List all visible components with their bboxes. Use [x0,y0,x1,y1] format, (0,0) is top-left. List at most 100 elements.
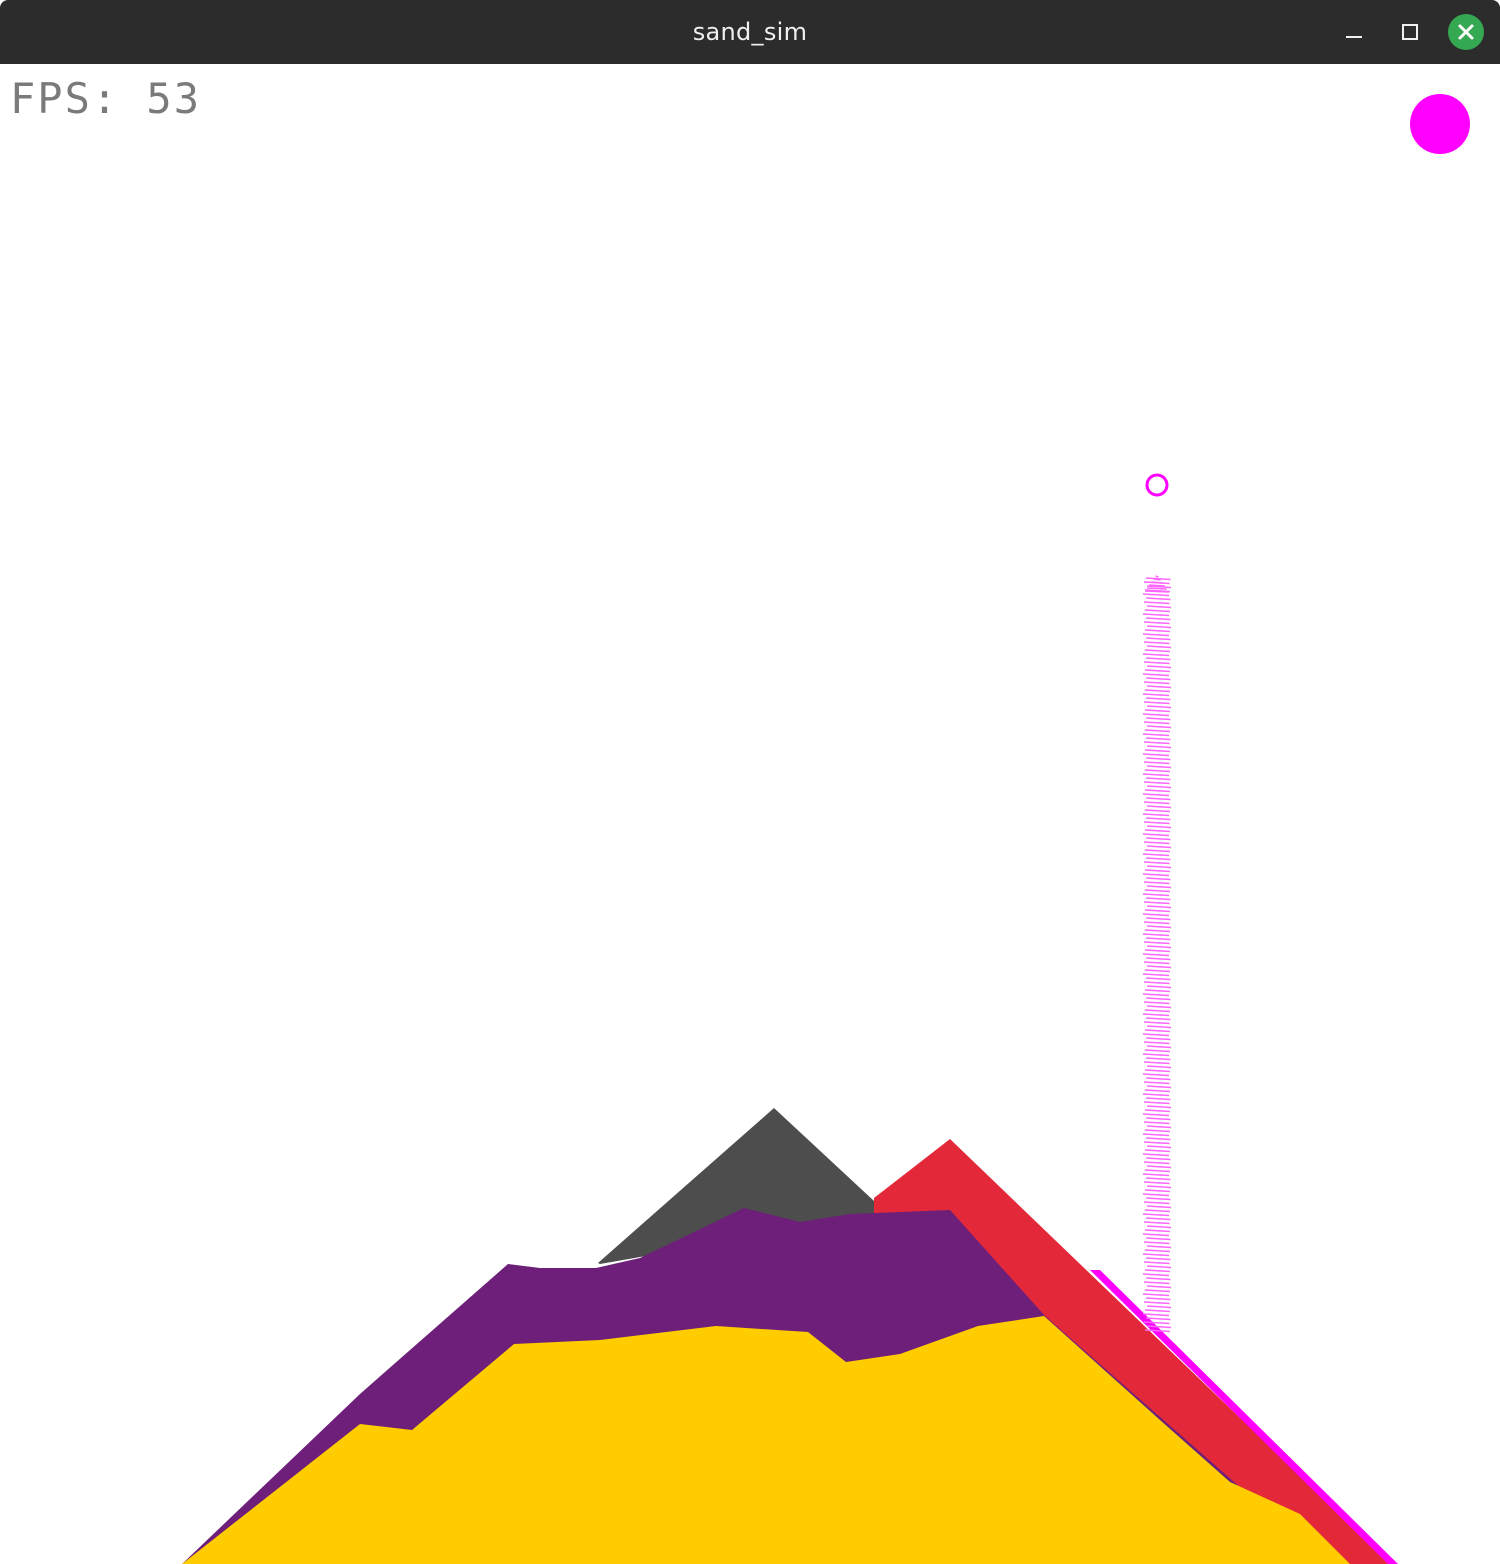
stream-particle [1144,1009,1171,1013]
stream-particle [1145,817,1171,821]
stream-particle [1142,913,1170,917]
stream-particle [1146,1105,1172,1109]
stream-particle [1144,1209,1171,1213]
stream-particle [1146,705,1172,709]
stream-particle [1145,1257,1171,1261]
stream-particle [1145,797,1171,801]
stream-particle [1142,1133,1170,1137]
stream-particle [1146,785,1172,789]
sand-scene[interactable] [0,64,1500,1564]
fps-counter: FPS: 53 [10,74,202,123]
stream-particle [1142,1313,1170,1317]
stream-particle [1144,1109,1171,1113]
stream-particle [1145,1157,1171,1161]
stream-particle [1144,789,1171,793]
stream-particle [1145,1057,1171,1061]
stream-particle [1145,677,1171,681]
stream-particle [1144,1249,1171,1253]
stream-particle [1144,849,1171,853]
stream-particle [1144,1149,1171,1153]
stream-particle [1145,637,1171,641]
stream-particle [1143,1261,1170,1265]
stream-particle [1144,1269,1171,1273]
stream-particle [1145,937,1171,941]
stream-particle [1142,1173,1170,1177]
stream-particle [1145,857,1171,861]
stream-particle [1143,901,1170,905]
stream-particle [1142,1113,1170,1117]
stream-particle [1145,1097,1171,1101]
stream-particle [1143,1221,1170,1225]
stream-particle [1145,997,1171,1001]
stream-particle [1142,1193,1170,1197]
stream-particle [1144,1309,1171,1313]
stream-particle [1145,1077,1171,1081]
stream-particle [1142,833,1170,837]
stream-particle [1143,821,1170,825]
stream-particle [1142,893,1170,897]
stream-particle [1142,873,1170,877]
stream-particle [1145,717,1171,721]
stream-particle [1143,981,1170,985]
stream-particle [1144,1189,1171,1193]
stream-particle [1144,649,1171,653]
stream-particle [1144,949,1171,953]
stream-particle [1144,969,1171,973]
stream-particle [1144,1089,1171,1093]
stream-particle [1145,837,1171,841]
stream-particle [1143,1041,1170,1045]
stream-particle [1142,1093,1170,1097]
stream-particle [1143,941,1170,945]
stream-particle [1143,841,1170,845]
stream-particle [1146,865,1172,869]
stream-particle [1145,697,1171,701]
stream-particle [1144,1289,1171,1293]
stream-particle [1143,1061,1170,1065]
stream-particle [1142,1253,1170,1257]
stream-particle [1146,625,1172,629]
stream-particle [1143,1121,1170,1125]
stream-particle [1146,845,1172,849]
stream-particle [1146,725,1172,729]
stream-particle [1146,985,1172,989]
stream-particle [1146,665,1172,669]
stream-particle [1146,1205,1172,1209]
stream-particle [1142,1073,1170,1077]
stream-particle [1146,1085,1172,1089]
maximize-button[interactable] [1392,14,1428,50]
stream-particle [1143,641,1170,645]
stream-particle [1144,629,1171,633]
stream-particle [1146,965,1172,969]
stream-particle [1144,709,1171,713]
stream-particle [1144,749,1171,753]
stream-particle [1145,1117,1171,1121]
stream-particle [1142,993,1170,997]
stream-particle [1144,889,1171,893]
stream-particle [1146,945,1172,949]
close-icon [1448,14,1484,50]
title-bar[interactable]: sand_sim [0,0,1500,64]
stream-particle [1142,693,1170,697]
stream-particle [1143,1281,1170,1285]
material-swatch-icon[interactable] [1410,94,1470,154]
stream-particle [1145,877,1171,881]
stream-particle [1142,773,1170,777]
stream-particle [1144,869,1171,873]
stream-particle [1142,933,1170,937]
stream-particle [1144,929,1171,933]
stream-particle [1142,1153,1170,1157]
stream-particle [1143,801,1170,805]
stream-particle [1144,809,1171,813]
stream-particle [1146,1305,1172,1309]
close-button[interactable] [1448,14,1484,50]
stream-particle [1144,729,1171,733]
simulation-canvas[interactable]: FPS: 53 [0,64,1500,1564]
minimize-button[interactable] [1336,14,1372,50]
stream-particle [1147,587,1167,590]
brush-cursor-icon[interactable] [1145,473,1169,497]
stream-particle [1146,645,1172,649]
minimize-icon [1346,36,1362,38]
stream-particle [1146,765,1172,769]
stream-particle [1146,885,1172,889]
stream-particle [1144,609,1171,613]
